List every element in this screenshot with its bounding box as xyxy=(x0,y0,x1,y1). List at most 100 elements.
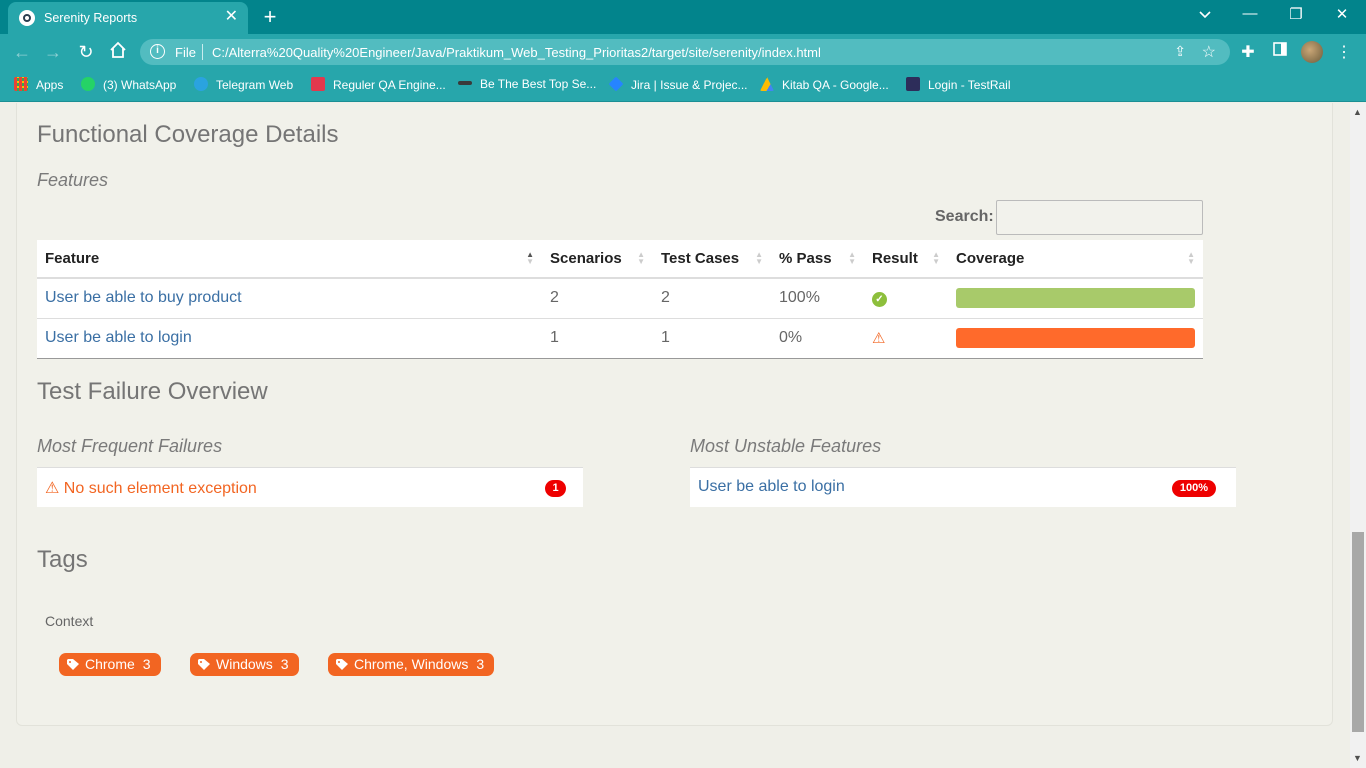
browser-tab-active[interactable]: Serenity Reports ✕ xyxy=(8,2,248,34)
bookmark-star-icon[interactable]: ☆ xyxy=(1202,42,1216,62)
pass-cell: 100% xyxy=(771,278,864,319)
restore-button[interactable]: ❐ xyxy=(1286,5,1306,23)
jira-icon xyxy=(608,76,624,92)
coverage-bar xyxy=(956,328,1195,348)
apps-grid-icon xyxy=(14,77,28,91)
column-header-scenarios[interactable]: Scenarios ▲ ▼ xyxy=(542,240,653,279)
extensions-puzzle-icon[interactable]: ✚ xyxy=(1238,42,1258,62)
bookmark-page-icon xyxy=(311,77,325,91)
scrollbar-thumb[interactable] xyxy=(1352,532,1364,732)
google-drive-icon xyxy=(760,77,774,91)
browser-tab-strip: Serenity Reports ✕ + — ❐ ✕ xyxy=(0,0,1366,34)
serenity-favicon-icon xyxy=(19,10,35,26)
frequent-failures-title: Most Frequent Failures xyxy=(37,436,223,456)
new-tab-button[interactable]: + xyxy=(258,4,282,30)
tag-chrome[interactable]: Chrome 3 xyxy=(59,653,161,676)
browser-menu-icon[interactable]: ⋮ xyxy=(1334,42,1354,62)
coverage-bar xyxy=(956,288,1195,309)
back-arrow-icon[interactable]: ← xyxy=(11,42,33,62)
feature-link[interactable]: User be able to buy product xyxy=(45,289,242,306)
table-row: User be able to buy product 2 2 100% ✓ xyxy=(37,278,1203,319)
close-window-button[interactable]: ✕ xyxy=(1332,5,1352,23)
test-cases-cell: 2 xyxy=(653,278,771,319)
unstable-feature-link[interactable]: User be able to login xyxy=(698,478,845,496)
bookmark-kitab-qa[interactable]: Kitab QA - Google... xyxy=(760,77,889,93)
sort-asc-icon: ▲ ▼ xyxy=(526,250,534,266)
page-scrollbar[interactable]: ▲ ▼ xyxy=(1350,103,1366,768)
minimize-button[interactable]: — xyxy=(1240,5,1260,22)
search-label: Search: xyxy=(935,208,994,225)
bookmark-be-the-best[interactable]: Be The Best Top Se... xyxy=(458,77,596,93)
bookmark-testrail[interactable]: Login - TestRail xyxy=(906,77,1011,93)
unstable-feature-item[interactable]: User be able to login 100% xyxy=(690,467,1236,507)
search-input[interactable] xyxy=(996,200,1203,235)
feature-link[interactable]: User be able to login xyxy=(45,329,192,346)
column-header-coverage[interactable]: Coverage ▲ ▼ xyxy=(948,240,1203,279)
features-table: Feature ▲ ▼ Scenarios ▲ ▼ Test Cases ▲ ▼ % … xyxy=(37,240,1203,359)
bookmark-apps[interactable]: Apps xyxy=(14,77,63,93)
home-icon[interactable] xyxy=(107,41,129,63)
column-header-feature[interactable]: Feature ▲ ▼ xyxy=(37,240,542,279)
failure-count-badge: 1 xyxy=(545,480,566,497)
pass-cell: 0% xyxy=(771,318,864,359)
tags-context-label: Context xyxy=(45,613,94,629)
frequent-failure-item[interactable]: ⚠ No such element exception 1 xyxy=(37,467,583,507)
result-cell: ✓ xyxy=(864,278,948,319)
site-info-icon[interactable]: i xyxy=(150,44,165,59)
telegram-icon xyxy=(194,77,208,91)
whatsapp-icon xyxy=(81,77,95,91)
bookmark-telegram[interactable]: Telegram Web xyxy=(194,77,293,93)
table-row: User be able to login 1 1 0% ⚠ xyxy=(37,318,1203,359)
column-header-result[interactable]: Result ▲ ▼ xyxy=(864,240,948,279)
address-bar[interactable]: i File C:/Alterra%20Quality%20Engineer/J… xyxy=(140,39,1230,65)
testrail-icon xyxy=(906,77,920,91)
sort-icon: ▲ ▼ xyxy=(637,250,645,266)
url-separator xyxy=(202,44,203,60)
url-text[interactable]: C:/Alterra%20Quality%20Engineer/Java/Pra… xyxy=(212,45,821,60)
report-card xyxy=(16,103,1333,726)
scroll-down-arrow-icon[interactable]: ▼ xyxy=(1353,753,1362,763)
scenarios-cell: 2 xyxy=(542,278,653,319)
reload-icon[interactable]: ↻ xyxy=(75,42,97,62)
tab-close-icon[interactable]: ✕ xyxy=(225,8,238,26)
side-panel-icon[interactable] xyxy=(1270,42,1290,61)
profile-avatar[interactable] xyxy=(1301,41,1323,63)
feature-cell: User be able to login xyxy=(37,318,542,359)
tag-icon xyxy=(336,659,348,670)
sort-icon: ▲ ▼ xyxy=(755,250,763,266)
scroll-up-arrow-icon[interactable]: ▲ xyxy=(1353,107,1362,117)
tab-search-chevron-icon[interactable] xyxy=(1195,6,1215,23)
test-cases-cell: 1 xyxy=(653,318,771,359)
bookmark-whatsapp[interactable]: (3) WhatsApp xyxy=(81,77,176,93)
coverage-cell xyxy=(948,318,1203,359)
table-header-row: Feature ▲ ▼ Scenarios ▲ ▼ Test Cases ▲ ▼ % … xyxy=(37,240,1203,279)
failure-label[interactable]: ⚠ No such element exception xyxy=(45,478,257,498)
sort-icon: ▲ ▼ xyxy=(848,250,856,266)
coverage-cell xyxy=(948,278,1203,319)
warning-icon: ⚠ xyxy=(872,329,886,347)
scenarios-cell: 1 xyxy=(542,318,653,359)
coverage-title: Functional Coverage Details xyxy=(37,121,339,148)
unstable-percent-badge: 100% xyxy=(1172,480,1216,497)
warning-icon: ⚠ xyxy=(45,480,60,497)
tag-windows[interactable]: Windows 3 xyxy=(190,653,299,676)
url-scheme: File xyxy=(175,45,196,60)
sort-icon: ▲ ▼ xyxy=(932,250,940,266)
tab-title: Serenity Reports xyxy=(44,11,138,25)
failure-overview-title: Test Failure Overview xyxy=(37,378,268,405)
bookmark-reguler-qa[interactable]: Reguler QA Engine... xyxy=(311,77,446,93)
forward-arrow-icon[interactable]: → xyxy=(42,42,64,62)
share-icon[interactable]: ⇪ xyxy=(1174,43,1186,60)
column-header-test-cases[interactable]: Test Cases ▲ ▼ xyxy=(653,240,771,279)
tag-icon xyxy=(198,659,210,670)
feature-cell: User be able to buy product xyxy=(37,278,542,319)
bookmark-page-icon xyxy=(458,81,472,85)
sort-icon: ▲ ▼ xyxy=(1187,250,1195,266)
tags-title: Tags xyxy=(37,546,88,573)
success-check-icon: ✓ xyxy=(872,292,887,308)
bookmarks-bar: Apps (3) WhatsApp Telegram Web Reguler Q… xyxy=(0,70,1366,102)
bookmark-jira[interactable]: Jira | Issue & Projec... xyxy=(608,76,748,93)
tag-chrome-windows[interactable]: Chrome, Windows 3 xyxy=(328,653,495,676)
column-header-pass[interactable]: % Pass ▲ ▼ xyxy=(771,240,864,279)
result-cell: ⚠ xyxy=(864,318,948,359)
